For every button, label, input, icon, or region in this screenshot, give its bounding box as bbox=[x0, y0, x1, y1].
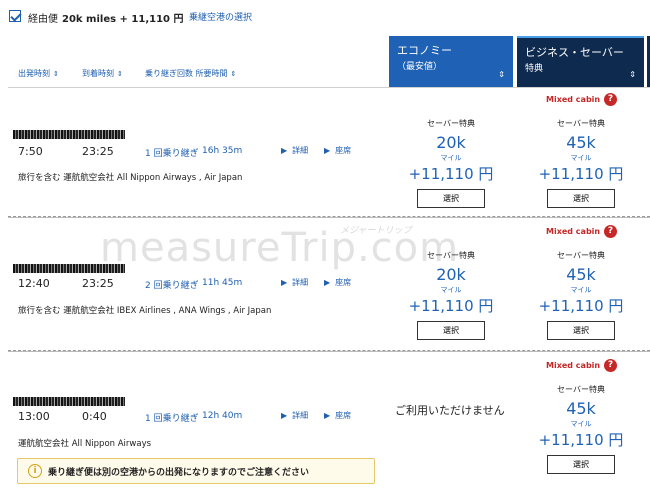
header-divider bbox=[8, 87, 650, 88]
arrive-time: 23:25 bbox=[82, 277, 114, 290]
miles-unit: マイル bbox=[570, 286, 592, 294]
miles-unit: マイル bbox=[440, 154, 462, 162]
miles-unit: マイル bbox=[570, 154, 592, 162]
economy-unavailable: ご利用いただけません bbox=[395, 404, 505, 417]
economy-title: エコノミー bbox=[397, 44, 452, 57]
watermark-sub: メジャートリップ bbox=[340, 226, 412, 236]
notice-text: 乗り継ぎ便は別の空港からの出発になりますのでご注意ください bbox=[48, 468, 310, 478]
seats-link[interactable]: ▶ 座席 bbox=[324, 277, 351, 288]
details-label: 詳細 bbox=[292, 278, 309, 287]
economy-miles: 20k bbox=[436, 265, 466, 284]
details-link[interactable]: ▶ 詳細 bbox=[281, 145, 308, 156]
economy-column-header[interactable]: エコノミー （最安値） ⇕ bbox=[389, 36, 513, 87]
depart-time: 7:50 bbox=[18, 145, 43, 158]
seats-label: 座席 bbox=[335, 411, 352, 420]
arrive-time: 23:25 bbox=[82, 145, 114, 158]
business-price: +11,110 円 bbox=[538, 165, 624, 183]
business-miles: 45k bbox=[566, 265, 596, 284]
triangle-right-icon: ▶ bbox=[281, 278, 288, 287]
business-column-header[interactable]: ビジネス・セーバー 特典 ⇕ bbox=[517, 36, 644, 87]
question-circle-icon[interactable]: ? bbox=[604, 225, 617, 238]
seats-label: 座席 bbox=[335, 146, 352, 155]
triangle-right-icon: ▶ bbox=[281, 146, 288, 155]
airline-info: 旅行を含む 運航航空会社 IBEX Airlines , ANA Wings ,… bbox=[18, 306, 272, 316]
select-business-button[interactable]: 選択 bbox=[547, 321, 615, 340]
duration: 12h 40m bbox=[202, 411, 243, 421]
airline-info: 運航航空会社 All Nippon Airways bbox=[18, 439, 152, 449]
redacted-flight-number bbox=[13, 397, 125, 406]
redacted-flight-number bbox=[13, 264, 125, 273]
sort-transfers[interactable]: 乗り継ぎ回数 所要時間 ⇕ bbox=[145, 68, 236, 79]
details-link[interactable]: ▶ 詳細 bbox=[281, 410, 308, 421]
depart-time: 12:40 bbox=[18, 277, 50, 290]
seats-link[interactable]: ▶ 座席 bbox=[324, 410, 351, 421]
select-business-button[interactable]: 選択 bbox=[547, 455, 615, 474]
details-label: 詳細 bbox=[292, 146, 309, 155]
mixed-cabin-label: Mixed cabin bbox=[546, 361, 601, 370]
economy-price: +11,110 円 bbox=[408, 165, 494, 183]
triangle-right-icon: ▶ bbox=[281, 411, 288, 420]
redacted-flight-number bbox=[13, 130, 125, 139]
via-miles-summary: 20k miles + 11,110 円 bbox=[62, 14, 184, 25]
economy-subtitle: （最安値） bbox=[397, 62, 443, 72]
seats-link[interactable]: ▶ 座席 bbox=[324, 145, 351, 156]
miles-unit: マイル bbox=[570, 420, 592, 428]
fare-type: セーバー特典 bbox=[557, 385, 605, 394]
mixed-cabin-label: Mixed cabin bbox=[546, 227, 601, 236]
row-separator bbox=[8, 216, 650, 218]
miles-unit: マイル bbox=[440, 286, 462, 294]
transfer-count[interactable]: 1 回乗り継ぎ bbox=[145, 146, 199, 159]
airline-info: 旅行を含む 運航航空会社 All Nippon Airways , Air Ja… bbox=[18, 173, 243, 183]
economy-miles: 20k bbox=[436, 133, 466, 152]
via-label: 経由便 bbox=[28, 14, 58, 25]
seats-label: 座席 bbox=[335, 278, 352, 287]
sort-depart-time[interactable]: 出発時刻 ⇕ bbox=[18, 68, 59, 79]
sort-transfers-label: 乗り継ぎ回数 所要時間 bbox=[145, 69, 228, 78]
triangle-right-icon: ▶ bbox=[324, 411, 331, 420]
fare-type: セーバー特典 bbox=[557, 251, 605, 260]
sort-arrows-icon: ⇕ bbox=[629, 70, 636, 79]
fare-type: セーバー特典 bbox=[557, 119, 605, 128]
transfer-count[interactable]: 2 回乗り継ぎ bbox=[145, 278, 199, 291]
duration: 16h 35m bbox=[202, 146, 243, 156]
question-circle-icon[interactable]: ? bbox=[604, 93, 617, 106]
business-miles: 45k bbox=[566, 133, 596, 152]
duration: 11h 45m bbox=[202, 278, 243, 288]
sort-depart-label: 出発時刻 bbox=[18, 69, 50, 78]
row-separator bbox=[8, 350, 650, 352]
fare-type: セーバー特典 bbox=[427, 251, 475, 260]
business-price: +11,110 円 bbox=[538, 431, 624, 449]
select-economy-button[interactable]: 選択 bbox=[417, 189, 485, 208]
sort-arrows-icon: ⇕ bbox=[230, 70, 237, 78]
sort-arrive-time[interactable]: 到着時刻 ⇕ bbox=[82, 68, 123, 79]
sort-arrive-label: 到着時刻 bbox=[82, 69, 114, 78]
question-circle-icon[interactable]: ? bbox=[604, 359, 617, 372]
triangle-right-icon: ▶ bbox=[324, 146, 331, 155]
airport-select-link[interactable]: 乗継空港の選択 bbox=[189, 10, 252, 23]
arrive-time: 0:40 bbox=[82, 410, 107, 423]
details-label: 詳細 bbox=[292, 411, 309, 420]
sort-arrows-icon: ⇕ bbox=[53, 70, 59, 78]
business-miles: 45k bbox=[566, 399, 596, 418]
sort-arrows-icon: ⇕ bbox=[498, 70, 505, 79]
economy-price: +11,110 円 bbox=[408, 297, 494, 315]
business-title: ビジネス・セーバー bbox=[525, 46, 624, 59]
select-business-button[interactable]: 選択 bbox=[547, 189, 615, 208]
fare-type: セーバー特典 bbox=[427, 119, 475, 128]
triangle-right-icon: ▶ bbox=[324, 278, 331, 287]
transfer-notice: i 乗り継ぎ便は別の空港からの出発になりますのでご注意ください bbox=[17, 458, 375, 484]
select-economy-button[interactable]: 選択 bbox=[417, 321, 485, 340]
sort-arrows-icon: ⇕ bbox=[117, 70, 123, 78]
info-circle-icon: i bbox=[28, 464, 42, 478]
business-subtitle: 特典 bbox=[525, 64, 544, 74]
transfer-count[interactable]: 1 回乗り継ぎ bbox=[145, 411, 199, 424]
depart-time: 13:00 bbox=[18, 410, 50, 423]
details-link[interactable]: ▶ 詳細 bbox=[281, 277, 308, 288]
mixed-cabin-label: Mixed cabin bbox=[546, 95, 601, 104]
business-price: +11,110 円 bbox=[538, 297, 624, 315]
via-checkbox[interactable] bbox=[9, 10, 21, 22]
